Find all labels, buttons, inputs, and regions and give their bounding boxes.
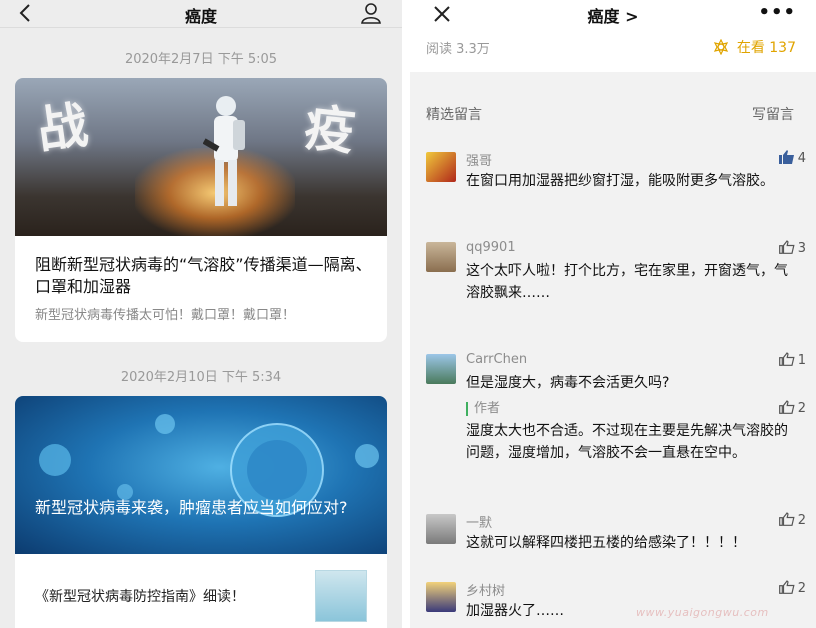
- avatar[interactable]: [426, 582, 456, 612]
- article-cover-image: 战 疫: [15, 78, 387, 236]
- like-button[interactable]: 3: [778, 240, 806, 256]
- cover-word: 疫: [301, 97, 358, 162]
- hazmat-worker-figure: [203, 96, 245, 206]
- avatar[interactable]: [426, 152, 456, 182]
- zaikan-count: 在看 137: [736, 40, 796, 56]
- top-bar: 癌度: [0, 0, 402, 28]
- like-button[interactable]: 2: [778, 400, 806, 416]
- avatar[interactable]: [426, 354, 456, 384]
- user-profile-icon[interactable]: [360, 2, 382, 24]
- thumbs-up-icon: [778, 352, 795, 366]
- comment-text: 在窗口用加湿器把纱窗打湿，能吸附更多气溶胶。: [466, 173, 774, 189]
- article-card[interactable]: 战 疫 阻断新型冠状病毒的“气溶胶”传播渠道—隔离、口罩和加湿器 新型冠状病毒传…: [15, 78, 387, 342]
- article-title: 阻断新型冠状病毒的“气溶胶”传播渠道—隔离、口罩和加湿器: [35, 255, 372, 296]
- article-card[interactable]: 新型冠状病毒来袭，肿瘤患者应当如何应对? 《新型冠状病毒防控指南》细读！: [15, 396, 387, 628]
- like-button[interactable]: 2: [778, 580, 806, 596]
- article-cover-image: 新型冠状病毒来袭，肿瘤患者应当如何应对?: [15, 396, 387, 554]
- like-button[interactable]: 1: [778, 352, 806, 368]
- article-thumbnail: [315, 570, 367, 622]
- write-comment-link[interactable]: 写留言: [752, 104, 794, 124]
- like-button[interactable]: 4: [778, 150, 806, 166]
- comment-item: 强哥 4 在窗口用加湿器把纱窗打湿，能吸附更多气溶胶。: [426, 150, 806, 212]
- like-count: 2: [797, 581, 806, 596]
- like-count: 1: [797, 353, 806, 368]
- like-count: 3: [797, 241, 806, 256]
- article-list-panel: 癌度 2020年2月7日 下午 5:05 战 疫 阻断新型冠状病毒的“气溶胶”传…: [0, 0, 402, 628]
- comment-text: 这就可以解释四楼把五楼的给感染了！！！！: [466, 535, 746, 551]
- comment-item: CarrChen 1 但是湿度大，病毒不会活更久吗? 作者 2 湿度太大也不合适…: [426, 352, 806, 494]
- article-title: 新型冠状病毒来袭，肿瘤患者应当如何应对?: [35, 498, 348, 517]
- avatar[interactable]: [426, 242, 456, 272]
- author-reply-text: 湿度太大也不合适。不过现在主要是先解决气溶胶的问题，湿度增加，气溶胶不会一直悬在…: [466, 423, 788, 461]
- thumbs-up-icon: [778, 240, 795, 254]
- thumbs-up-icon: [778, 400, 795, 414]
- article-subtitle: 新型冠状病毒传播太可怕！戴口罩！戴口罩！: [35, 308, 296, 323]
- read-count: 阅读 3.3万: [426, 42, 490, 57]
- article-subtitle: 《新型冠状病毒防控指南》细读！: [35, 589, 245, 605]
- like-count: 4: [797, 151, 806, 166]
- comment-text: 这个太吓人啦！打个比方，宅在家里，开窗透气，气溶胶飘来……: [466, 263, 788, 301]
- cover-word: 战: [33, 94, 92, 161]
- article-date: 2020年2月10日 下午 5:34: [120, 370, 282, 385]
- commenter-name: CarrChen: [466, 352, 528, 367]
- commenter-name: 强哥: [466, 154, 493, 169]
- comment-text: 但是湿度大，病毒不会活更久吗?: [466, 375, 670, 391]
- thumbs-up-icon: [778, 512, 795, 526]
- like-button[interactable]: 2: [778, 512, 806, 528]
- account-title-link[interactable]: 癌度 >: [410, 3, 816, 27]
- article-date: 2020年2月7日 下午 5:05: [124, 52, 278, 67]
- like-count: 2: [797, 513, 806, 528]
- like-count: 2: [797, 401, 806, 416]
- page-title: 癌度: [184, 7, 217, 26]
- comment-item: 一默 2 这就可以解释四楼把五楼的给感染了！！！！: [426, 512, 806, 558]
- comment-item: 乡村树 2 加湿器火了……: [426, 580, 806, 628]
- avatar[interactable]: [426, 514, 456, 544]
- commenter-name: 一默: [466, 516, 493, 531]
- more-options-icon[interactable]: •••: [758, 2, 796, 23]
- commenter-name: 乡村树: [466, 584, 506, 599]
- zaikan-button[interactable]: 在看 137: [713, 37, 796, 57]
- thumbs-up-filled-icon: [778, 150, 794, 164]
- virus-illustration: [39, 414, 379, 517]
- comments-panel: 癌度 > ••• 阅读 3.3万 在看 137 精选留言 写留言 强哥 4 在窗…: [410, 0, 816, 628]
- watermark: www.yuaigongwu.com: [636, 606, 769, 619]
- commenter-name: qq9901: [466, 240, 516, 255]
- author-reply-label: 作者: [466, 402, 500, 416]
- thumbs-up-icon: [778, 580, 795, 594]
- featured-comments-label: 精选留言: [426, 107, 482, 123]
- top-bar: 癌度 > •••: [410, 0, 816, 30]
- article-stats: 阅读 3.3万 在看 137: [410, 30, 816, 72]
- zaikan-flower-icon: [714, 39, 729, 55]
- comment-item: qq9901 3 这个太吓人啦！打个比方，宅在家里，开窗透气，气溶胶飘来……: [426, 240, 806, 326]
